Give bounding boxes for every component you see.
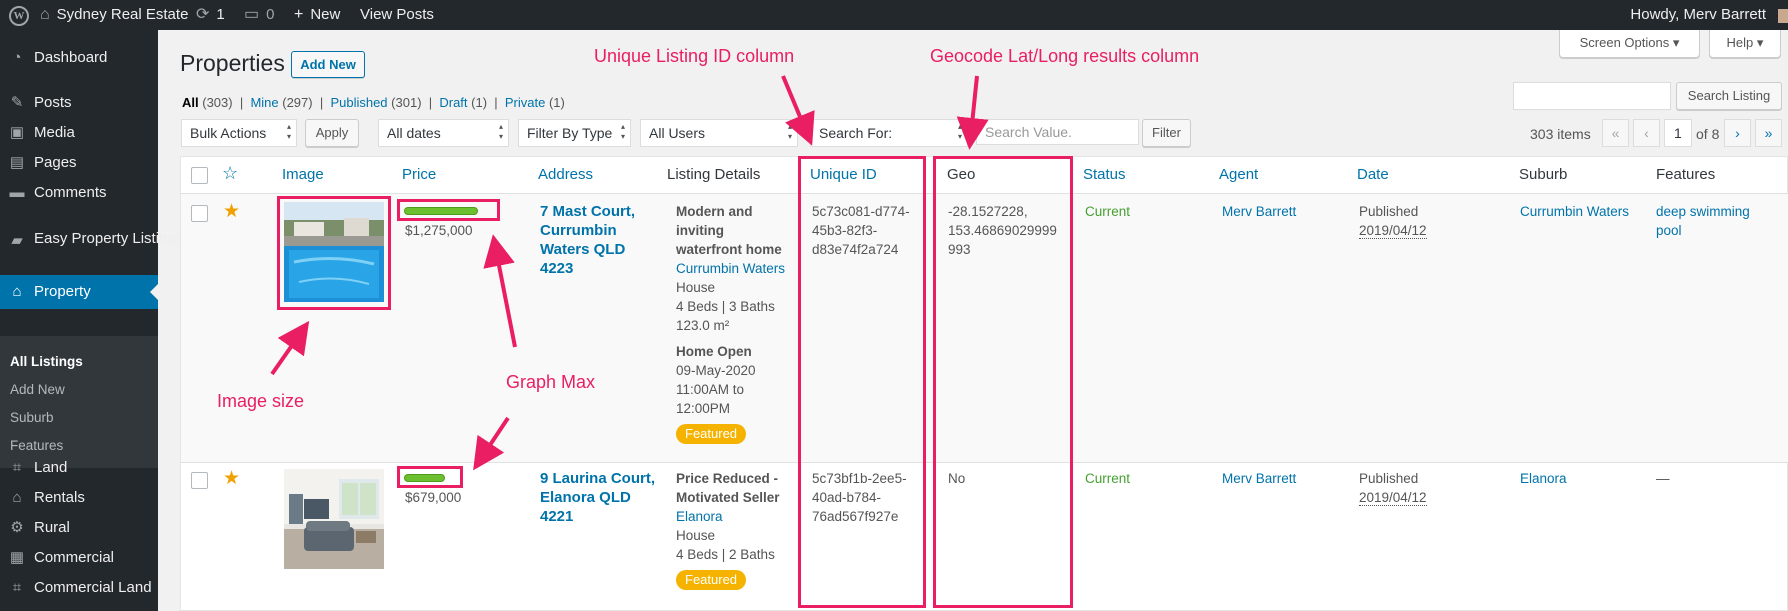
annotation-arrows: [270, 75, 989, 471]
